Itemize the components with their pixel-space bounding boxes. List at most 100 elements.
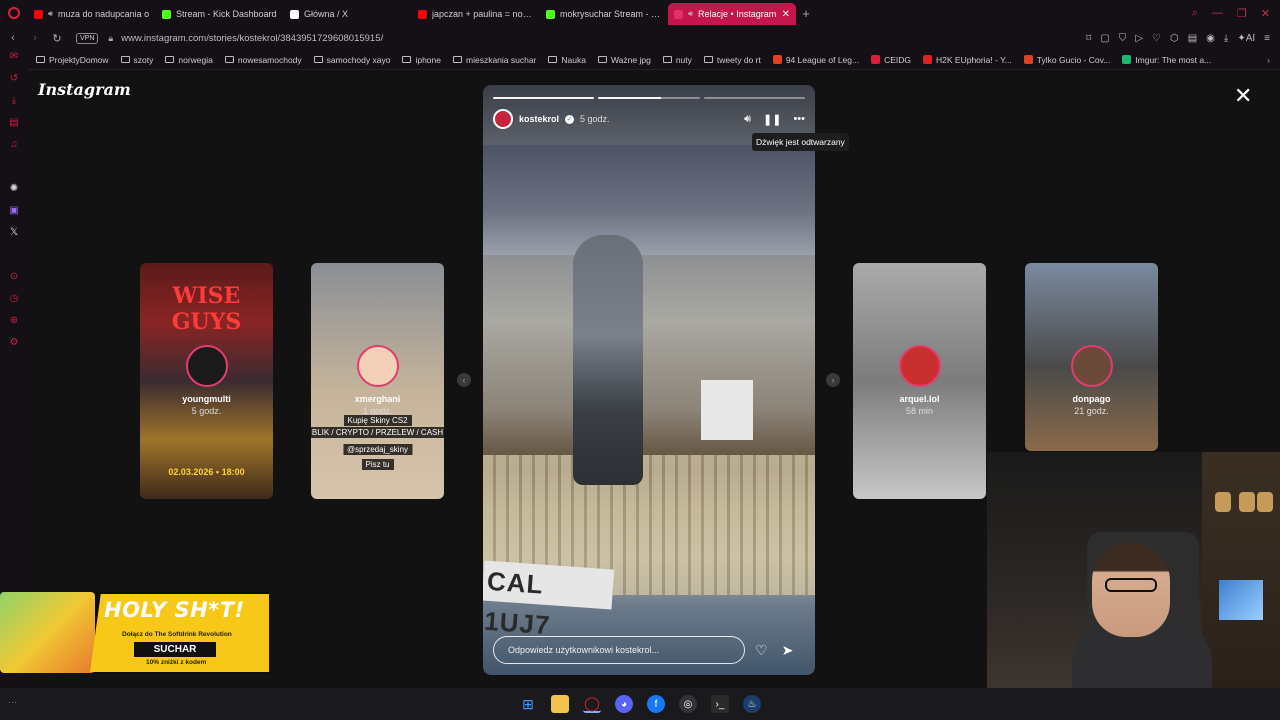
preview-caption: Kupię Skiny CS2 [343,415,412,426]
bookmark-item[interactable]: norwegia [165,55,213,65]
back-button[interactable]: ‹ [4,32,22,44]
clipboard-icon[interactable]: ▤ [1188,33,1197,44]
browser-tab[interactable]: Stream - Kick Dashboard [156,3,284,25]
messenger-icon[interactable]: ✉ [8,52,20,62]
extensions-icon[interactable]: ⬡ [1170,33,1179,44]
extensions-side-icon[interactable]: ⊕ [8,316,20,326]
bookmark-item[interactable]: samochody xayo [313,55,390,65]
tab-favicon-icon [674,9,683,19]
previous-story-arrow[interactable]: ‹ [457,373,471,387]
facebook-icon[interactable]: f [647,695,665,713]
active-story[interactable]: CAL 1UJ7 kostekrol ✓ 5 godz. 🔊︎ ❚❚ ••• O… [483,85,815,675]
tab-favicon-icon [546,9,555,19]
vpn-badge[interactable]: VPN [76,32,99,44]
avatar[interactable] [493,109,513,129]
heart-icon[interactable]: ♡ [755,642,768,659]
reply-input[interactable]: Odpowiedz użytkownikowi kostekrol... [493,636,745,664]
steam-icon[interactable]: ♨ [743,695,761,713]
discord-icon[interactable]: ◕ [615,695,633,713]
bookmark-label: szoty [133,54,154,65]
search-icon[interactable]: ⌕ [1192,7,1198,20]
story-preview-youngmulti[interactable]: WISE GUYS youngmulti 5 godz. 02.03.2026 … [140,263,273,499]
speaker-icon[interactable]: 🔊︎ [744,113,751,126]
pinboard-icon[interactable]: ▤ [8,118,20,128]
windows-start-icon[interactable]: ⊞ [519,695,537,713]
minimize-button[interactable]: — [1212,7,1223,20]
file-explorer-icon[interactable] [551,695,569,713]
send-icon[interactable]: ➤ [782,642,794,659]
close-window-button[interactable]: ✕ [1261,7,1270,20]
browser-tab[interactable]: 🔊︎ Relacje • Instagram ✕ [668,3,796,25]
menu-icon[interactable]: ≡ [1264,33,1270,44]
bookmark-item[interactable]: 94 League of Leg... [772,54,860,65]
download-icon[interactable]: ⤓ [1224,33,1228,44]
lock-icon[interactable]: 🔒︎ [108,33,113,44]
bookmark-item[interactable]: Nauka [548,55,586,65]
folder-icon [597,56,607,63]
forward-button[interactable]: › [26,32,44,44]
tab-favicon-icon [34,9,43,19]
story-preview-arquel[interactable]: arquel.lol 58 min [853,263,986,499]
ai-icon[interactable]: ✦AI [1237,33,1255,44]
downloads-icon[interactable]: ⤓ [8,96,20,106]
bookmark-favicon-icon [923,55,933,64]
more-icon[interactable]: ••• [793,113,805,125]
chatgpt-icon[interactable]: ✺ [8,184,20,194]
story-preview-donpago[interactable]: donpago 21 godz. [1025,263,1158,451]
twitch-icon[interactable]: ▣ [8,206,20,216]
preview-time: 58 min [905,406,933,416]
browser-tab[interactable]: mokrysuchar Stream - We [540,3,668,25]
browser-tab[interactable]: Główna / X [284,3,412,25]
history-icon[interactable]: ↺ [8,74,20,84]
bookmark-item[interactable]: CEIDG [871,55,911,65]
more-bookmarks-icon[interactable]: › [1267,55,1280,65]
bookmark-item[interactable]: mieszkania suchar [453,55,536,65]
bookmark-label: Imgur: The most a... [1135,54,1212,65]
story-username[interactable]: kostekrol [519,114,559,124]
shield-icon[interactable]: ⛉ [1119,33,1127,44]
discount-text: 10% zniżki z kodem [146,659,207,666]
taskbar-dots: ⋯ [8,697,17,707]
bookmark-label: 94 League of Leg... [785,54,860,65]
profile-icon[interactable]: ◉ [1206,33,1215,44]
maximize-button[interactable]: ❐ [1237,7,1247,20]
bookmark-item[interactable]: nowesamochody [224,55,302,65]
browser-tab[interactable]: 🔊︎ muza do nadupcania o [28,3,156,25]
bookmark-item[interactable]: Imgur: The most a... [1122,55,1211,65]
bookmark-icon[interactable]: ⌑ [1086,33,1091,44]
obs-icon[interactable]: ◎ [679,695,697,713]
x-icon[interactable]: 𝕏 [8,228,20,238]
play-icon[interactable]: ▷ [1135,33,1143,44]
clock-icon[interactable]: ◷ [8,294,20,304]
new-tab-button[interactable]: + [796,6,816,21]
close-tab-icon[interactable]: ✕ [782,9,790,20]
preview-time: 5 godz. [191,406,222,416]
opera-logo-icon[interactable] [0,0,28,26]
bookmark-item[interactable]: tweety do rt [703,55,761,65]
bookmark-item[interactable]: ProjektyDomow [36,55,109,65]
next-story-arrow[interactable]: › [826,373,840,387]
heart-icon[interactable]: ♡ [1152,33,1161,44]
bookmark-item[interactable]: Tylko Gucio - Cov... [1023,55,1110,65]
url-field[interactable]: www.instagram.com/stories/kostekrol/3843… [121,33,383,44]
story-preview-xmerghani[interactable]: xmerghani 1 godz. Kupię Skiny CS2 BLIK /… [311,263,444,499]
settings-icon[interactable]: ⚙ [8,338,20,348]
pause-icon[interactable]: ❚❚ [763,113,781,126]
player-icon[interactable]: ⊙ [8,272,20,282]
reload-button[interactable]: ↻ [48,32,66,45]
instagram-logo[interactable]: Instagram [38,80,131,99]
close-icon[interactable]: ✕ [1234,85,1252,107]
opera-gx-icon[interactable]: ◯ [583,695,601,713]
tab-audio-icon[interactable]: 🔊︎ [688,9,693,19]
bookmark-item[interactable]: iphone [402,55,441,65]
preview-caption: BLIK / CRYPTO / PRZELEW / CASH [311,427,444,438]
terminal-icon[interactable]: ›_ [711,695,729,713]
browser-tab[interactable]: japczan + paulina = norma [412,3,540,25]
screenshot-icon[interactable]: ▢ [1100,33,1109,44]
bookmark-item[interactable]: nuty [662,55,692,65]
music-icon[interactable]: ♫ [8,140,20,150]
bookmark-item[interactable]: szoty [120,54,154,65]
tab-audio-icon[interactable]: 🔊︎ [48,9,53,19]
bookmark-item[interactable]: Ważne jpg [597,55,651,65]
bookmark-item[interactable]: H2K EUphoria! - Y... [923,55,1012,65]
